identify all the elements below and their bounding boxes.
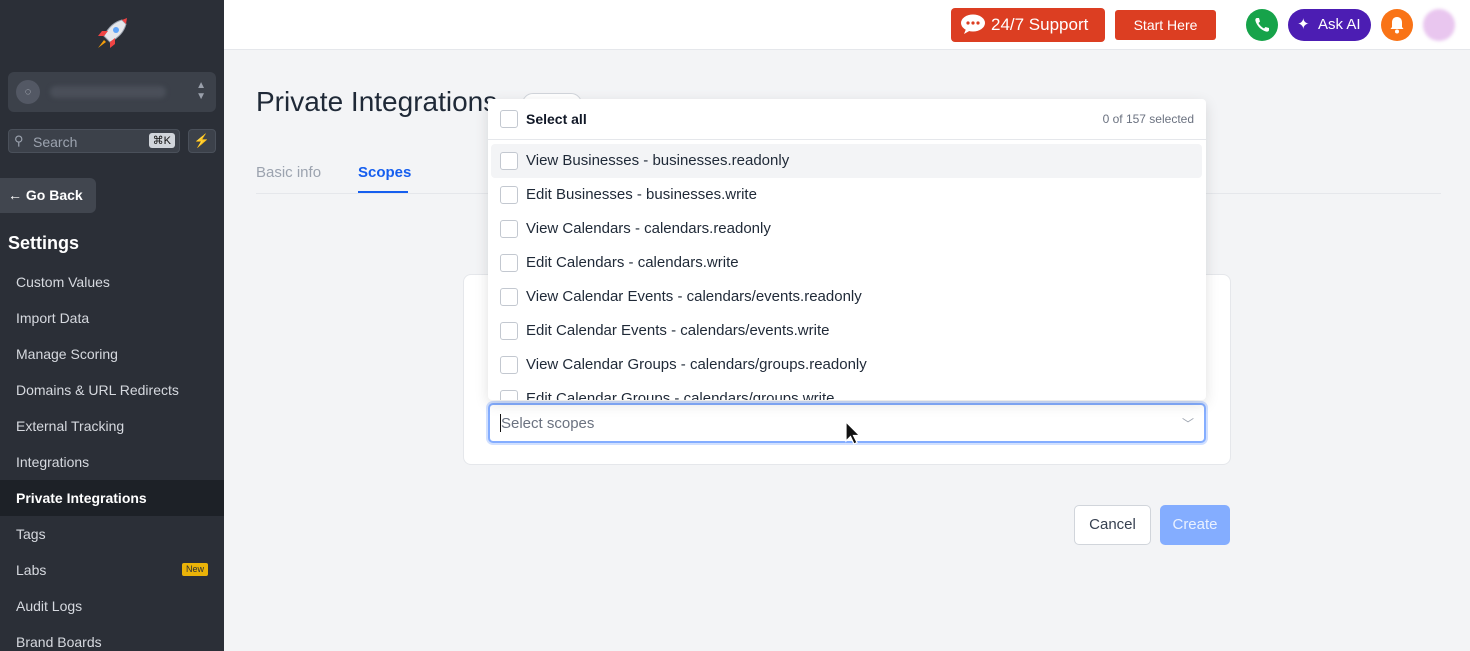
select-all-row[interactable]: Select all 0 of 157 selected [488,99,1206,140]
mouse-cursor-icon [845,421,861,445]
cancel-button[interactable]: Cancel [1074,505,1151,545]
select-all-checkbox[interactable] [500,110,518,128]
sidebar-item-labs[interactable]: Labs New [0,552,224,588]
settings-nav: Custom Values Import Data Manage Scoring… [0,264,224,651]
scope-option-label: View Businesses - businesses.readonly [526,152,790,169]
scope-option[interactable]: Edit Calendars - calendars.write [491,246,1202,280]
ask-ai-button[interactable]: ✦ Ask AI [1288,9,1371,41]
scope-option[interactable]: View Calendar Events - calendars/events.… [491,280,1202,314]
sidebar-item-integrations[interactable]: Integrations [0,444,224,480]
scope-option[interactable]: Edit Calendar Events - calendars/events.… [491,314,1202,348]
tab-scopes[interactable]: Scopes [358,164,411,181]
go-back-button[interactable]: ← Go Back [0,178,96,213]
account-name-redacted [50,86,166,98]
scopes-select-placeholder: Select scopes [501,415,595,432]
scope-checkbox[interactable] [500,356,518,374]
phone-icon [1255,18,1269,32]
phone-button[interactable] [1246,9,1278,41]
scope-option-label: Edit Calendars - calendars.write [526,254,739,271]
sidebar-item-external-tracking[interactable]: External Tracking [0,408,224,444]
sidebar-item-import-data[interactable]: Import Data [0,300,224,336]
scope-checkbox[interactable] [500,186,518,204]
scope-option-label: Edit Calendar Events - calendars/events.… [526,322,830,339]
sidebar-item-brand-boards[interactable]: Brand Boards [0,624,224,651]
scope-option-label: Edit Businesses - businesses.write [526,186,757,203]
tab-basic-info[interactable]: Basic info [256,164,321,181]
sidebar-search[interactable]: ⚲ Search ⌘K [8,129,180,153]
scope-option-label: View Calendar Groups - calendars/groups.… [526,356,867,373]
settings-title: Settings [8,233,80,253]
scope-option[interactable]: View Calendar Groups - calendars/groups.… [491,348,1202,382]
select-all-label: Select all [526,111,587,127]
scope-option[interactable]: View Calendars - calendars.readonly [491,212,1202,246]
scope-option-label: Edit Calendar Groups - calendars/groups.… [526,390,835,400]
rocket-logo-icon[interactable] [92,14,132,54]
scope-option-label: View Calendars - calendars.readonly [526,220,771,237]
active-tab-indicator [358,191,408,193]
scope-option-label: View Calendar Events - calendars/events.… [526,288,862,305]
scope-checkbox[interactable] [500,152,518,170]
start-here-button[interactable]: Start Here [1115,10,1216,40]
selected-count: 0 of 157 selected [1102,112,1194,126]
scopes-dropdown: Select all 0 of 157 selected View Busine… [488,99,1206,400]
chat-icon [961,14,985,34]
user-avatar[interactable] [1423,9,1455,41]
scope-option[interactable]: View Businesses - businesses.readonly [491,144,1202,178]
bell-icon [1390,17,1404,34]
scope-checkbox[interactable] [500,254,518,272]
support-label: 24/7 Support [991,15,1089,34]
search-icon: ⚲ [14,133,24,148]
sidebar-item-custom-values[interactable]: Custom Values [0,264,224,300]
sidebar-item-label: Labs [16,562,47,578]
sidebar-item-domains[interactable]: Domains & URL Redirects [0,372,224,408]
search-placeholder: Search [33,134,78,150]
account-switcher[interactable]: ◌ ▲ ▼ [8,72,216,112]
scope-checkbox[interactable] [500,288,518,306]
quick-action-bolt-icon[interactable]: ⚡ [188,129,216,153]
chevron-down-icon: ﹀ [1181,417,1194,431]
create-button[interactable]: Create [1160,505,1230,545]
support-button[interactable]: 24/7 Support [951,8,1105,42]
page-title: Private Integrations [256,86,498,117]
topbar [224,0,1470,50]
chevron-updown-icon: ▲ ▼ [196,80,206,102]
scope-option[interactable]: Edit Businesses - businesses.write [491,178,1202,212]
new-badge: New [181,563,208,576]
sparkle-icon: ✦ [1297,16,1310,33]
sidebar-item-audit-logs[interactable]: Audit Logs [0,588,224,624]
notifications-button[interactable] [1381,9,1413,41]
account-avatar-icon: ◌ [16,80,40,104]
sidebar-item-tags[interactable]: Tags [0,516,224,552]
scope-checkbox[interactable] [500,390,518,400]
scope-checkbox[interactable] [500,220,518,238]
scope-option[interactable]: Edit Calendar Groups - calendars/groups.… [491,382,1202,400]
scope-checkbox[interactable] [500,322,518,340]
sidebar-item-private-integrations[interactable]: Private Integrations [0,480,224,516]
search-shortcut: ⌘K [148,133,175,148]
sidebar-item-manage-scoring[interactable]: Manage Scoring [0,336,224,372]
ask-ai-label: Ask AI [1318,16,1361,33]
sidebar: ◌ ▲ ▼ ⚲ Search ⌘K ⚡ ← Go Back Settings Cu… [0,0,224,651]
